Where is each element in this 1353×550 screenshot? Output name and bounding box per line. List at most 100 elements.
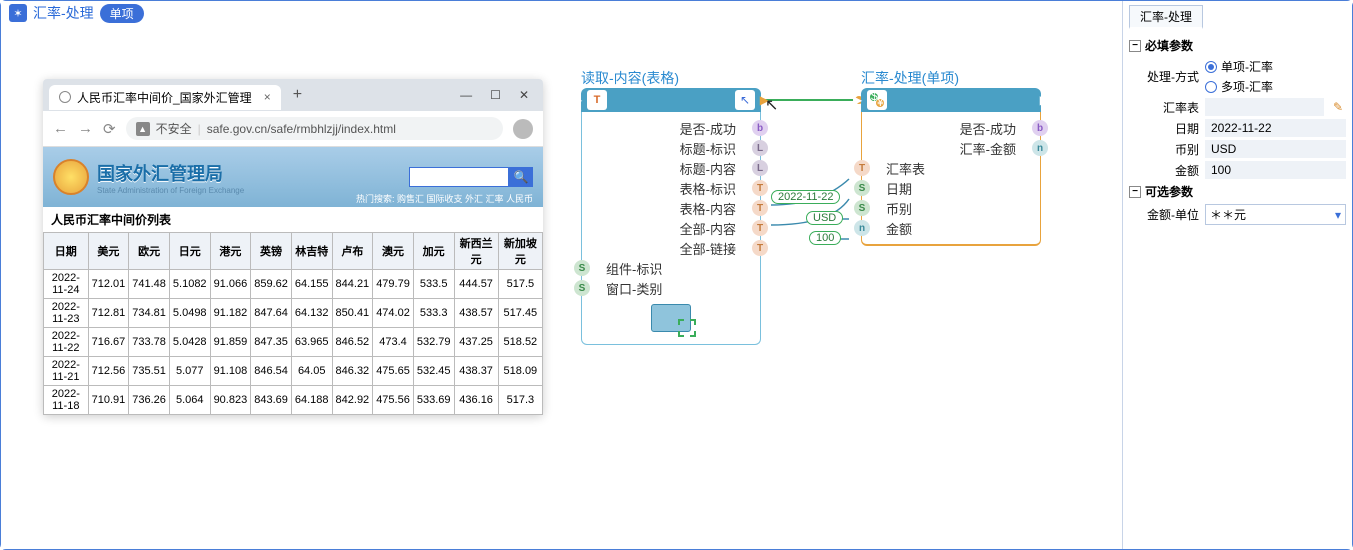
row-unit: 金额-单位 ＊＊元 ▾ [1129,204,1346,225]
table-row[interactable]: 2022-11-18710.91736.265.06490.823843.696… [44,386,543,415]
node-title: 读取-内容(表格) [581,68,679,88]
row-currency: 币别 USD [1129,140,1346,158]
node-read-table[interactable]: 读取-内容(表格) ▶ T ↖ ▶ 是否-成功b标题-标识L标题-内容L表格-标… [581,88,761,345]
site-title: 国家外汇管理局 [97,160,244,186]
url-box[interactable]: ▲ 不安全 | safe.gov.cn/safe/rmbhlzjj/index.… [126,117,503,140]
table-row[interactable]: 2022-11-23712.81734.815.049891.182847.64… [44,299,543,328]
select-unit[interactable]: ＊＊元 ▾ [1205,204,1346,225]
chevron-down-icon: ▾ [1335,208,1341,222]
port-icon[interactable]: S [854,200,870,216]
col-header: 英镑 [251,233,292,270]
input-currency[interactable]: USD [1205,140,1346,158]
title-text: 汇率-处理 [33,3,94,23]
output-port[interactable]: 是否-成功b [586,118,756,138]
globe-icon [59,91,71,103]
output-port[interactable]: 表格-内容T [586,198,756,218]
port-icon[interactable]: S [854,180,870,196]
port-icon[interactable]: T [752,200,768,216]
node-rate-process[interactable]: 汇率-处理(单项) ▶ $¥ ▶ 是否-成功b汇率-金额nT汇率表S日期S币别n… [861,88,1041,246]
port-icon[interactable]: T [752,220,768,236]
output-port[interactable]: 汇率-金额n [866,138,1036,158]
input-port[interactable]: S组件-标识 [586,258,756,278]
group-optional[interactable]: − 可选参数 [1129,183,1346,200]
browser-tab[interactable]: 人民币汇率中间价_国家外汇管理 × [49,85,281,110]
table-row[interactable]: 2022-11-24712.01741.485.108291.066859.62… [44,270,543,299]
node-header[interactable]: ▶ T ↖ ▶ [581,88,761,112]
back-icon[interactable]: ← [53,120,68,137]
port-icon[interactable]: T [854,160,870,176]
exchange-icon: $¥ [867,90,887,110]
app-frame: ✶ 汇率-处理 单项 人民币汇率中间价_国家外汇管理 × + — ☐ ✕ ← [0,0,1353,550]
mode-pill[interactable]: 单项 [100,4,144,23]
close-icon[interactable]: × [264,90,271,104]
maximize-icon[interactable]: ☐ [490,88,501,102]
site-banner: 国家外汇管理局 State Administration of Foreign … [43,147,543,207]
output-port[interactable]: 全部-内容T [586,218,756,238]
col-header: 日期 [44,233,89,270]
hot-links[interactable]: 热门搜索: 购售汇 国际收支 外汇 汇率 人民币 [356,192,533,205]
insecure-label: 不安全 [156,120,192,137]
input-port[interactable]: S日期 [866,178,1036,198]
col-header: 欧元 [129,233,170,270]
rate-table: 日期美元欧元日元港元英镑林吉特卢布澳元加元新西兰元新加坡元 2022-11-24… [43,232,543,415]
group-required[interactable]: − 必填参数 [1129,37,1346,54]
close-window-icon[interactable]: ✕ [519,88,529,102]
flow-in-icon[interactable]: ▶ [573,93,582,107]
node-header[interactable]: ▶ $¥ ▶ [861,88,1041,112]
port-icon[interactable]: b [1032,120,1048,136]
edit-icon[interactable]: ✎ [1330,99,1346,115]
input-table[interactable] [1205,98,1324,116]
input-date[interactable]: 2022-11-22 [1205,119,1346,137]
port-icon[interactable]: L [752,140,768,156]
tag-date[interactable]: 2022-11-22 [771,190,840,204]
port-icon[interactable]: T [752,180,768,196]
panel-tab[interactable]: 汇率-处理 [1129,5,1203,29]
table-row[interactable]: 2022-11-21712.56735.515.07791.108846.546… [44,357,543,386]
search-input[interactable] [409,167,509,187]
url-text: safe.gov.cn/safe/rmbhlzjj/index.html [207,122,396,136]
svg-text:¥: ¥ [876,95,884,108]
col-header: 卢布 [332,233,373,270]
port-icon[interactable]: S [574,280,590,296]
profile-avatar[interactable] [513,119,533,139]
input-port[interactable]: n金额 [866,218,1036,238]
property-panel: 汇率-处理 − 必填参数 处理-方式 单项-汇率 多项-汇率 汇率表 ✎ [1122,1,1352,549]
port-icon[interactable]: b [752,120,768,136]
reload-icon[interactable]: ⟳ [103,120,116,138]
collapse-icon[interactable]: − [1129,40,1141,52]
output-port[interactable]: 标题-内容L [586,158,756,178]
radio-multi[interactable] [1205,81,1217,93]
table-title: 人民币汇率中间价列表 [43,207,543,232]
output-port[interactable]: 全部-链接T [586,238,756,258]
radio-single[interactable] [1205,61,1217,73]
port-icon[interactable]: S [574,260,590,276]
tag-amount[interactable]: 100 [809,231,841,245]
flow-in-icon[interactable]: ▶ [853,93,862,107]
table-row[interactable]: 2022-11-22716.67733.785.042891.859847.35… [44,328,543,357]
port-icon[interactable]: T [752,240,768,256]
col-header: 日元 [169,233,210,270]
port-icon[interactable]: n [854,220,870,236]
col-header: 美元 [88,233,129,270]
new-tab-button[interactable]: + [293,86,302,104]
minimize-icon[interactable]: — [460,88,472,102]
forward-icon[interactable]: → [78,120,93,137]
port-icon[interactable]: n [1032,140,1048,156]
canvas[interactable]: ✶ 汇率-处理 单项 人民币汇率中间价_国家外汇管理 × + — ☐ ✕ ← [1,1,1122,549]
collapse-icon[interactable]: − [1129,186,1141,198]
port-icon[interactable]: L [752,160,768,176]
tag-currency[interactable]: USD [806,211,843,225]
search-button[interactable]: 🔍 [509,167,533,187]
input-port[interactable]: S窗口-类别 [586,278,756,298]
text-icon: T [587,90,607,110]
row-mode: 处理-方式 单项-汇率 多项-汇率 [1129,58,1346,95]
flow-out-icon[interactable]: ▶ [1040,93,1049,107]
output-port[interactable]: 标题-标识L [586,138,756,158]
output-port[interactable]: 是否-成功b [866,118,1036,138]
input-port[interactable]: T汇率表 [866,158,1036,178]
selector-icon[interactable] [651,304,691,332]
input-port[interactable]: S币别 [866,198,1036,218]
col-header: 港元 [210,233,251,270]
input-amount[interactable]: 100 [1205,161,1346,179]
output-port[interactable]: 表格-标识T [586,178,756,198]
